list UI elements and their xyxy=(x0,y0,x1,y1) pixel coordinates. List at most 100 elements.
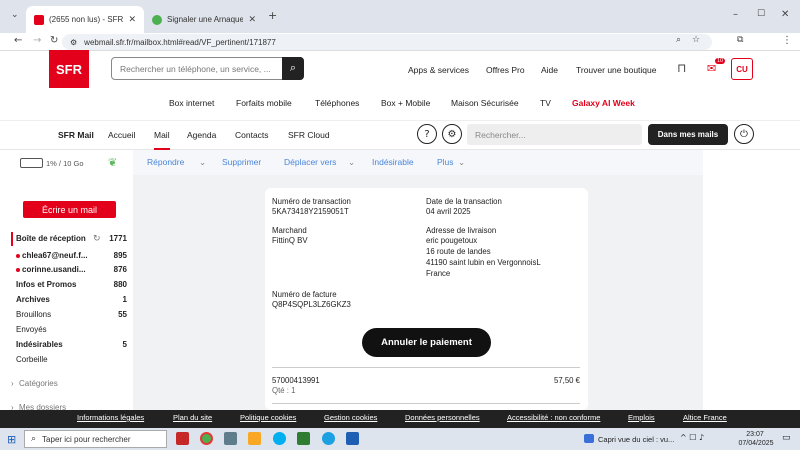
cat-telephones[interactable]: Téléphones xyxy=(315,98,359,108)
footer-link[interactable]: Emplois xyxy=(628,413,655,422)
folder-envoyes[interactable]: Envoyés xyxy=(16,325,47,334)
mail-toolbar xyxy=(133,150,703,175)
minimize-icon[interactable]: – xyxy=(733,9,738,20)
word-icon[interactable] xyxy=(346,432,359,445)
logout-power-icon[interactable]: ⏻ xyxy=(734,124,754,144)
taskbar-search-input[interactable]: ⌕ Taper ici pour rechercher xyxy=(24,430,167,448)
window-close-icon[interactable]: ✕ xyxy=(781,9,789,20)
tab-signaler-arnaque[interactable]: Signaler une Arnaque - Formul… ✕ xyxy=(144,6,264,33)
tab-label: (2655 non lus) - SFR Mail | Mail xyxy=(49,15,124,24)
settings-gear-icon[interactable]: ⚙ xyxy=(442,124,462,144)
extensions-puzzle-icon[interactable]: ⧉ xyxy=(737,35,743,45)
folder-corinne[interactable]: corinne.usandi... xyxy=(22,265,86,274)
nav-sfr-cloud[interactable]: SFR Cloud xyxy=(288,130,330,140)
clock-time[interactable]: 23:07 xyxy=(742,431,768,438)
item-price: 57,50 € xyxy=(554,376,581,385)
nav-contacts[interactable]: Contacts xyxy=(235,130,269,140)
site-info-icon[interactable]: ⚙ xyxy=(70,38,77,47)
folder-chlea67[interactable]: chlea67@neuf.f... xyxy=(22,251,88,260)
sfr-logo[interactable]: SFR xyxy=(49,50,89,88)
compose-button[interactable]: Écrire un mail xyxy=(23,201,116,218)
tray-icons[interactable]: ^ ☐ ♪ xyxy=(680,433,704,442)
folder-archives[interactable]: Archives xyxy=(16,295,50,304)
media-player-icon[interactable] xyxy=(584,434,594,443)
reply-button[interactable]: Répondre xyxy=(147,157,184,167)
footer-link[interactable]: Altice France xyxy=(683,413,727,422)
maximize-icon[interactable]: ☐ xyxy=(757,9,765,19)
more-button[interactable]: Plus xyxy=(437,157,454,167)
tab-label: Signaler une Arnaque - Formul… xyxy=(167,15,244,24)
delete-button[interactable]: Supprimer xyxy=(222,157,261,167)
move-to-button[interactable]: Déplacer vers xyxy=(284,157,336,167)
more-dropdown-chevron-icon[interactable]: ⌄ xyxy=(458,157,465,168)
nav-agenda[interactable]: Agenda xyxy=(187,130,216,140)
footer-link[interactable]: Plan du site xyxy=(173,413,212,422)
spam-button[interactable]: Indésirable xyxy=(372,157,414,167)
my-folders-toggle[interactable]: Mes dossiers xyxy=(19,403,66,410)
cancel-payment-button[interactable]: Annuler le paiement xyxy=(362,328,491,357)
browser-menu-icon[interactable]: ⋮ xyxy=(782,35,792,46)
folder-corbeille[interactable]: Corbeille xyxy=(16,355,48,364)
link-offres-pro[interactable]: Offres Pro xyxy=(486,65,525,75)
close-tab-icon[interactable]: ✕ xyxy=(248,14,256,25)
cat-box-internet[interactable]: Box internet xyxy=(169,98,214,108)
cat-forfaits-mobile[interactable]: Forfaits mobile xyxy=(236,98,292,108)
user-account-button[interactable]: CU xyxy=(731,58,753,80)
close-tab-icon[interactable]: ✕ xyxy=(128,14,136,25)
nav-sfr-mail[interactable]: SFR Mail xyxy=(58,130,94,140)
folder-infos-promos[interactable]: Infos et Promos xyxy=(16,280,76,289)
footer-link[interactable]: Gestion cookies xyxy=(324,413,377,422)
pdf-reader-icon[interactable] xyxy=(176,432,189,445)
footer-link[interactable]: Politique cookies xyxy=(240,413,296,422)
quota-text: 1% / 10 Go xyxy=(46,159,84,168)
calculator-icon[interactable] xyxy=(224,432,237,445)
cat-tv[interactable]: TV xyxy=(540,98,551,108)
footer-link[interactable]: Données personnelles xyxy=(405,413,480,422)
file-explorer-icon[interactable] xyxy=(248,432,261,445)
link-trouver-boutique[interactable]: Trouver une boutique xyxy=(576,65,657,75)
reply-dropdown-chevron-icon[interactable]: ⌄ xyxy=(199,157,206,168)
quota-bar xyxy=(20,158,43,168)
back-icon[interactable]: ← xyxy=(14,35,22,46)
active-folder-marker xyxy=(11,232,13,246)
clock-date[interactable]: 07/04/2025 xyxy=(738,440,774,447)
tab-list-icon[interactable]: ⌄ xyxy=(11,10,19,20)
move-dropdown-chevron-icon[interactable]: ⌄ xyxy=(348,157,355,168)
forward-icon[interactable]: → xyxy=(33,35,41,46)
reload-icon[interactable]: ↻ xyxy=(50,35,58,46)
site-search-input[interactable]: Rechercher un téléphone, un service, ...… xyxy=(111,57,304,80)
new-tab-button[interactable]: + xyxy=(268,9,277,22)
link-aide[interactable]: Aide xyxy=(541,65,558,75)
zoom-icon[interactable]: ⌕ xyxy=(676,35,681,45)
url-field[interactable]: ⚙ webmail.sfr.fr/mailbox.html#read/VF_pe… xyxy=(62,34,712,50)
folder-count: 880 xyxy=(113,280,127,289)
search-in-mails-button[interactable]: Dans mes mails xyxy=(648,124,728,145)
mail-icon[interactable]: ✉ xyxy=(707,62,716,75)
excel-icon[interactable] xyxy=(297,432,310,445)
link-apps-services[interactable]: Apps & services xyxy=(408,65,469,75)
folder-indesirables[interactable]: Indésirables xyxy=(16,340,63,349)
cat-box-mobile[interactable]: Box + Mobile xyxy=(381,98,430,108)
bookmark-star-icon[interactable]: ☆ xyxy=(692,35,700,45)
folder-brouillons[interactable]: Brouillons xyxy=(16,310,51,319)
cat-galaxy-ai-week[interactable]: Galaxy AI Week xyxy=(572,98,635,108)
chrome-icon[interactable] xyxy=(200,432,213,445)
footer-link[interactable]: Accessibilité : non conforme xyxy=(507,413,600,422)
windows-start-icon[interactable]: ⊞ xyxy=(7,433,16,446)
help-icon[interactable]: ? xyxy=(417,124,437,144)
nav-mail[interactable]: Mail xyxy=(154,130,170,150)
cart-icon[interactable]: ⊓ xyxy=(677,61,686,75)
search-icon[interactable]: ⌕ xyxy=(282,57,304,80)
notifications-icon[interactable]: ▭ xyxy=(782,433,791,443)
folder-inbox[interactable]: Boîte de réception xyxy=(16,234,86,243)
footer-link[interactable]: Informations légales xyxy=(77,413,144,422)
media-now-playing[interactable]: Capri vue du ciel : vu... xyxy=(598,435,674,444)
tab-sfr-mail[interactable]: (2655 non lus) - SFR Mail | Mail ✕ xyxy=(26,6,144,33)
edge-icon[interactable] xyxy=(322,432,335,445)
mail-search-input[interactable]: Rechercher... xyxy=(467,124,642,145)
categories-toggle[interactable]: Catégories xyxy=(19,379,58,388)
nav-accueil[interactable]: Accueil xyxy=(108,130,135,140)
skype-icon[interactable] xyxy=(273,432,286,445)
folder-count: 876 xyxy=(113,265,127,274)
cat-maison-securisee[interactable]: Maison Sécurisée xyxy=(451,98,519,108)
